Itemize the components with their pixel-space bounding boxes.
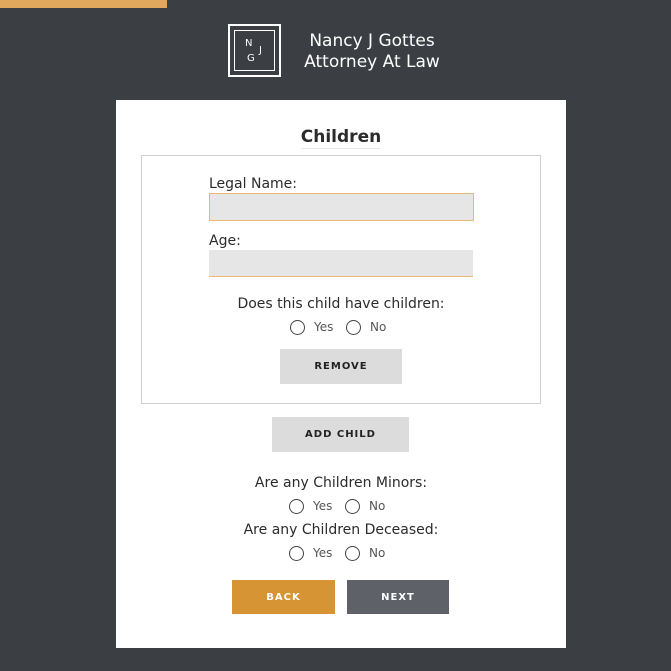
title-underline — [301, 148, 380, 149]
deceased-no-label: No — [369, 546, 386, 560]
deceased-radio-group: Yes No — [116, 545, 566, 563]
remove-child-button[interactable]: REMOVE — [280, 349, 402, 384]
firm-logo: N J G — [228, 24, 281, 77]
has-children-yes-label: Yes — [314, 320, 334, 334]
brand-name-line: Nancy J Gottes — [309, 31, 435, 51]
brand-tagline: Attorney At Law — [304, 52, 440, 72]
age-input[interactable] — [209, 250, 473, 277]
has-children-no-radio[interactable] — [346, 320, 361, 335]
has-children-question: Does this child have children: — [237, 296, 445, 312]
progress-bar — [0, 0, 167, 8]
minors-no-label: No — [369, 499, 386, 513]
deceased-yes-label: Yes — [313, 546, 333, 560]
next-button[interactable]: NEXT — [347, 580, 449, 614]
logo-letter-n: N — [245, 38, 253, 49]
minors-no-radio[interactable] — [345, 499, 360, 514]
child-entry: Legal Name: Age: Does this child have ch… — [141, 155, 541, 404]
age-label: Age: — [209, 233, 241, 249]
deceased-no-radio[interactable] — [345, 546, 360, 561]
logo-letter-j: J — [259, 45, 262, 56]
deceased-yes-radio[interactable] — [289, 546, 304, 561]
add-child-button[interactable]: ADD CHILD — [272, 417, 409, 452]
logo-inner-frame: N J G — [234, 30, 275, 71]
children-form-card: Children Legal Name: Age: Does this chil… — [116, 100, 566, 648]
minors-question: Are any Children Minors: — [254, 475, 428, 491]
has-children-radio-group: Yes No — [142, 319, 540, 337]
page-title: Children — [300, 127, 382, 147]
has-children-no-label: No — [370, 320, 387, 334]
deceased-question: Are any Children Deceased: — [243, 522, 439, 538]
minors-radio-group: Yes No — [116, 498, 566, 516]
back-button[interactable]: BACK — [232, 580, 335, 614]
legal-name-label: Legal Name: — [209, 176, 297, 192]
logo-letter-g: G — [247, 53, 255, 64]
brand-name: Nancy J Gottes Attorney At Law — [292, 31, 452, 73]
legal-name-input[interactable] — [209, 193, 474, 221]
minors-yes-label: Yes — [313, 499, 333, 513]
has-children-yes-radio[interactable] — [290, 320, 305, 335]
minors-yes-radio[interactable] — [289, 499, 304, 514]
